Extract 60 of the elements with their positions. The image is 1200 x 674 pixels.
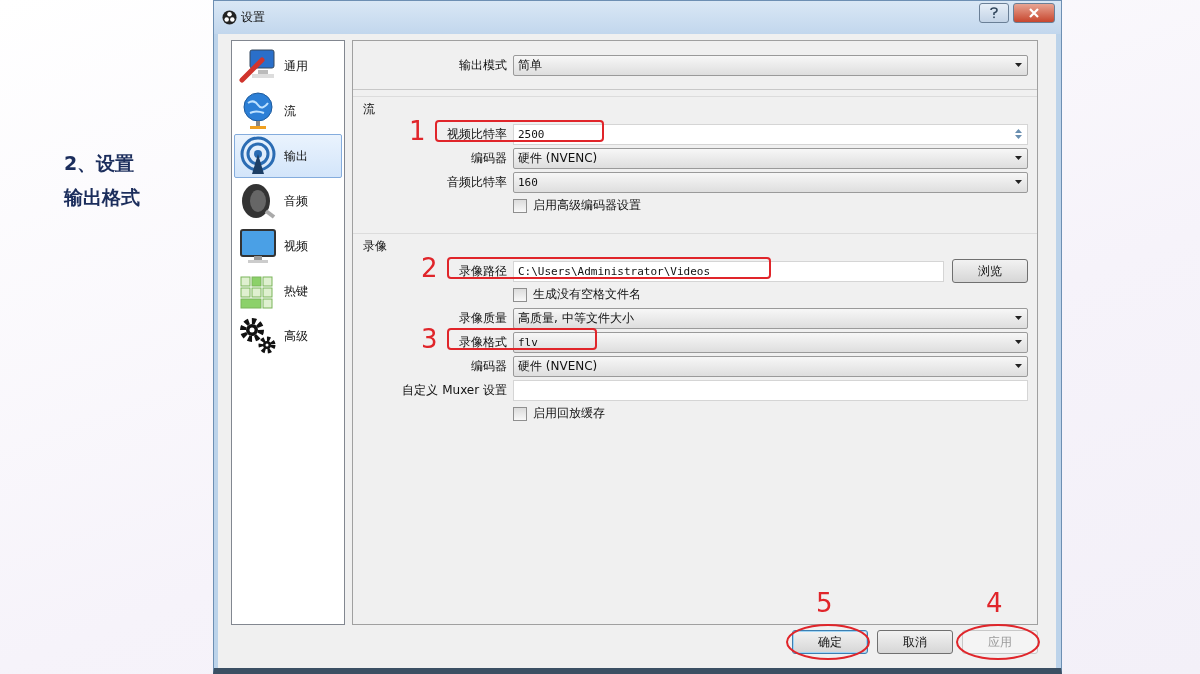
step-number: 1 bbox=[409, 118, 426, 144]
dropdown[interactable]: 硬件 (NVENC) bbox=[513, 147, 1028, 169]
checkbox-label: 生成没有空格文件名 bbox=[533, 286, 641, 303]
monitor-wrench-icon bbox=[238, 46, 278, 86]
dropdown[interactable]: 硬件 (NVENC) bbox=[513, 355, 1028, 377]
field-label: 录像格式 bbox=[459, 333, 507, 351]
step-number: 5 bbox=[816, 590, 833, 616]
category-item[interactable]: 视频 bbox=[234, 224, 342, 268]
checkbox-label: 启用回放缓存 bbox=[533, 405, 605, 422]
group-title: 流 bbox=[363, 101, 375, 118]
checkbox[interactable] bbox=[513, 198, 527, 213]
gears-icon bbox=[238, 316, 278, 356]
dialog-button[interactable]: 确定 bbox=[792, 630, 868, 654]
category-item[interactable]: 热键 bbox=[234, 269, 342, 313]
caret-icon bbox=[1015, 63, 1022, 67]
step-number: 2 bbox=[421, 255, 438, 281]
field-label: 视频比特率 bbox=[447, 125, 507, 143]
dropdown[interactable]: 高质量, 中等文件大小 bbox=[513, 307, 1028, 329]
category-item[interactable]: 高级 bbox=[234, 314, 342, 358]
step-number: 3 bbox=[421, 326, 438, 352]
checkbox[interactable] bbox=[513, 287, 527, 302]
monitor-icon bbox=[238, 226, 278, 266]
caret-icon bbox=[1015, 316, 1022, 320]
number-field[interactable]: 2500 bbox=[513, 123, 1028, 145]
checkbox-label: 启用高级编码器设置 bbox=[533, 197, 641, 214]
browse-button[interactable]: 浏览 bbox=[952, 259, 1028, 283]
caret-icon bbox=[1015, 180, 1022, 184]
close-icon bbox=[1029, 7, 1039, 18]
close-button[interactable] bbox=[1013, 2, 1055, 23]
group-title: 录像 bbox=[363, 238, 387, 255]
dropdown[interactable]: 简单 bbox=[513, 54, 1028, 76]
category-item[interactable]: 音频 bbox=[234, 179, 342, 223]
help-button[interactable] bbox=[979, 2, 1009, 23]
field-label: 编码器 bbox=[471, 149, 507, 167]
field-label: 录像路径 bbox=[459, 262, 507, 280]
logo-icon bbox=[222, 10, 237, 25]
dropdown[interactable]: flv bbox=[513, 331, 1028, 353]
caret-icon bbox=[1015, 156, 1022, 160]
field-label: 自定义 Muxer 设置 bbox=[402, 381, 507, 399]
dialog-button[interactable]: 取消 bbox=[877, 630, 953, 654]
antenna-icon bbox=[238, 136, 278, 176]
category-item[interactable]: 通用 bbox=[234, 44, 342, 88]
field-label: 录像质量 bbox=[459, 309, 507, 327]
help-icon bbox=[990, 6, 998, 19]
dropdown[interactable]: 160 bbox=[513, 171, 1028, 193]
field-label: 音频比特率 bbox=[447, 173, 507, 191]
caret-icon bbox=[1015, 364, 1022, 368]
slide-caption: 2、设置 bbox=[64, 152, 136, 174]
text-field[interactable]: C:\Users\Administrator\Videos bbox=[513, 260, 944, 282]
caret-icon bbox=[1015, 340, 1022, 344]
text-field[interactable] bbox=[513, 379, 1028, 401]
field-label: 输出模式 bbox=[459, 56, 507, 74]
spin-arrows-icon[interactable] bbox=[1014, 128, 1023, 140]
window-title: 设置 bbox=[241, 9, 266, 26]
checkbox[interactable] bbox=[513, 406, 527, 421]
field-label: 编码器 bbox=[471, 357, 507, 375]
category-item[interactable]: 流 bbox=[234, 89, 342, 133]
category-item[interactable]: 输出 bbox=[234, 134, 342, 178]
step-number: 4 bbox=[986, 590, 1003, 616]
slide-caption: 输出格式 bbox=[64, 186, 141, 208]
